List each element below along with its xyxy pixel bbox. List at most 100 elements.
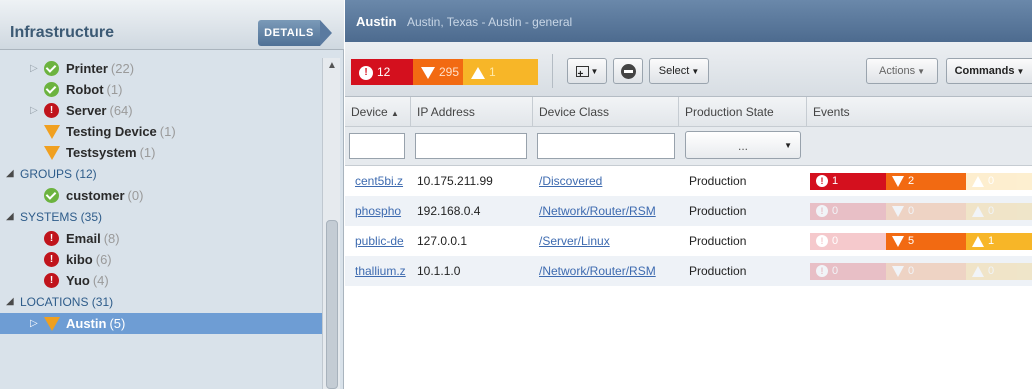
error-event-badge[interactable]: 0	[886, 203, 966, 220]
error-count-badge[interactable]: 295	[413, 59, 463, 85]
ip-filter-input[interactable]	[415, 133, 527, 159]
tree-item-count: (5)	[109, 316, 126, 331]
tree-scrollbar[interactable]: ▲	[322, 58, 340, 389]
tree-item-testsystem[interactable]: Testsystem (1)	[0, 142, 322, 163]
warning-event-badge[interactable]: 1	[966, 233, 1032, 250]
tree-item-email[interactable]: ! Email (8)	[0, 228, 322, 249]
device-class-link[interactable]: /Server/Linux	[529, 226, 679, 256]
tree-item-label: Testsystem	[66, 145, 137, 160]
ok-status-icon	[44, 188, 59, 203]
table-row[interactable]: public-de 127.0.0.1 /Server/Linux Produc…	[345, 226, 1032, 256]
section-label: GROUPS (12)	[20, 167, 97, 181]
scroll-thumb[interactable]	[326, 220, 338, 389]
column-header-events[interactable]: Events	[807, 97, 1032, 127]
tree-item-label: Robot	[66, 82, 104, 97]
tree-item-label: Austin	[66, 316, 107, 331]
device-class-link[interactable]: /Network/Router/RSM	[529, 256, 679, 286]
device-class-link[interactable]: /Network/Router/RSM	[529, 196, 679, 226]
tree-item-printer[interactable]: ▷ Printer (22)	[0, 58, 322, 79]
infrastructure-panel: Infrastructure DETAILS ▷ Printer (22) Rob…	[0, 0, 344, 389]
production-state: Production	[689, 264, 747, 278]
tree-item-label: Testing Device	[66, 124, 157, 139]
details-button[interactable]: DETAILS	[258, 20, 332, 46]
column-header-ip[interactable]: IP Address	[411, 97, 533, 127]
critical-event-badge[interactable]: ! 1	[810, 173, 886, 190]
state-filter-select[interactable]: ... ▼	[685, 131, 801, 159]
critical-icon: !	[816, 205, 828, 218]
error-event-badge[interactable]: 0	[886, 263, 966, 280]
tree-item-count: (22)	[110, 61, 135, 76]
section-systems[interactable]: ◢ SYSTEMS (35)	[0, 206, 322, 228]
column-header-state[interactable]: Production State	[679, 97, 807, 127]
sort-asc-icon: ▲	[391, 109, 399, 118]
tree-item-count: (1)	[106, 82, 123, 97]
tree-item-label: Yuo	[66, 273, 90, 288]
grid-header: Device ▲ IP Address Device Class Product…	[345, 97, 1032, 127]
error-event-badge[interactable]: 5	[886, 233, 966, 250]
collapse-arrow-icon[interactable]: ◢	[6, 163, 14, 185]
scroll-up-icon[interactable]: ▲	[323, 60, 341, 74]
column-label: Production State	[685, 105, 774, 119]
tree-item-testing-device[interactable]: Testing Device (1)	[0, 121, 322, 142]
production-state: Production	[689, 174, 747, 188]
tree-item-kibo[interactable]: ! kibo (6)	[0, 249, 322, 270]
section-locations[interactable]: ◢ LOCATIONS (31)	[0, 291, 322, 313]
tree-item-customer[interactable]: customer (0)	[0, 185, 322, 206]
warning-event-badge[interactable]: 0	[966, 263, 1032, 280]
critical-count: 12	[377, 65, 391, 79]
table-row[interactable]: cent5bi.z 10.175.211.99 /Discovered Prod…	[345, 166, 1032, 196]
device-link[interactable]: phospho	[345, 196, 411, 226]
critical-icon: !	[816, 265, 828, 278]
error-icon	[892, 205, 904, 217]
add-device-button[interactable]: ▼	[567, 58, 607, 87]
ok-status-icon	[44, 82, 59, 97]
section-groups[interactable]: ◢ GROUPS (12)	[0, 163, 322, 185]
location-name: Austin	[356, 14, 397, 29]
chevron-down-icon: ▼	[917, 67, 925, 76]
collapse-arrow-icon[interactable]: ◢	[6, 206, 14, 228]
critical-event-badge[interactable]: ! 0	[810, 263, 886, 280]
expand-arrow-icon[interactable]: ▷	[30, 58, 38, 79]
tree-item-count: (4)	[92, 273, 109, 288]
device-filter-input[interactable]	[349, 133, 405, 159]
tree-item-austin[interactable]: ▷ Austin (5)	[0, 313, 322, 334]
table-row[interactable]: thallium.z 10.1.1.0 /Network/Router/RSM …	[345, 256, 1032, 286]
tree-item-server[interactable]: ▷ ! Server (64)	[0, 100, 322, 121]
device-link[interactable]: cent5bi.z	[345, 166, 411, 196]
tree-item-robot[interactable]: Robot (1)	[0, 79, 322, 100]
warning-count: 1	[489, 65, 496, 79]
tree-item-count: (1)	[139, 145, 156, 160]
event-count: 0	[832, 265, 839, 277]
tree-item-label: kibo	[66, 252, 93, 267]
ip-cell: 192.168.0.4	[417, 204, 481, 218]
critical-event-badge[interactable]: ! 0	[810, 233, 886, 250]
warning-event-badge[interactable]: 0	[966, 203, 1032, 220]
table-row[interactable]: phospho 192.168.0.4 /Network/Router/RSM …	[345, 196, 1032, 226]
warning-icon	[972, 175, 984, 187]
device-class-link[interactable]: /Discovered	[529, 166, 679, 196]
expand-arrow-icon[interactable]: ▷	[30, 313, 38, 334]
class-filter-input[interactable]	[537, 133, 675, 159]
remove-device-button[interactable]	[613, 58, 643, 84]
production-state: Production	[689, 234, 747, 248]
section-label: SYSTEMS (35)	[20, 210, 103, 224]
commands-menu-button[interactable]: Commands ▼	[946, 58, 1032, 84]
device-link[interactable]: public-de	[345, 226, 411, 256]
collapse-arrow-icon[interactable]: ◢	[6, 291, 14, 313]
critical-event-badge[interactable]: ! 0	[810, 203, 886, 220]
error-event-badge[interactable]: 2	[886, 173, 966, 190]
expand-arrow-icon[interactable]: ▷	[30, 100, 38, 121]
column-header-class[interactable]: Device Class	[533, 97, 679, 127]
tree-item-yuo[interactable]: ! Yuo (4)	[0, 270, 322, 291]
production-state: Production	[689, 204, 747, 218]
device-link[interactable]: thallium.z	[345, 256, 411, 286]
column-header-device[interactable]: Device ▲	[345, 97, 411, 127]
critical-count-badge[interactable]: ! 12	[351, 59, 413, 85]
warning-count-badge[interactable]: 1	[463, 59, 538, 85]
warning-event-badge[interactable]: 0	[966, 173, 1032, 190]
warning-status-icon	[44, 317, 60, 331]
event-count: 0	[988, 265, 995, 277]
select-menu-button[interactable]: Select ▼	[649, 58, 709, 84]
actions-menu-button[interactable]: Actions ▼	[866, 58, 938, 84]
ip-cell: 127.0.0.1	[417, 234, 468, 248]
